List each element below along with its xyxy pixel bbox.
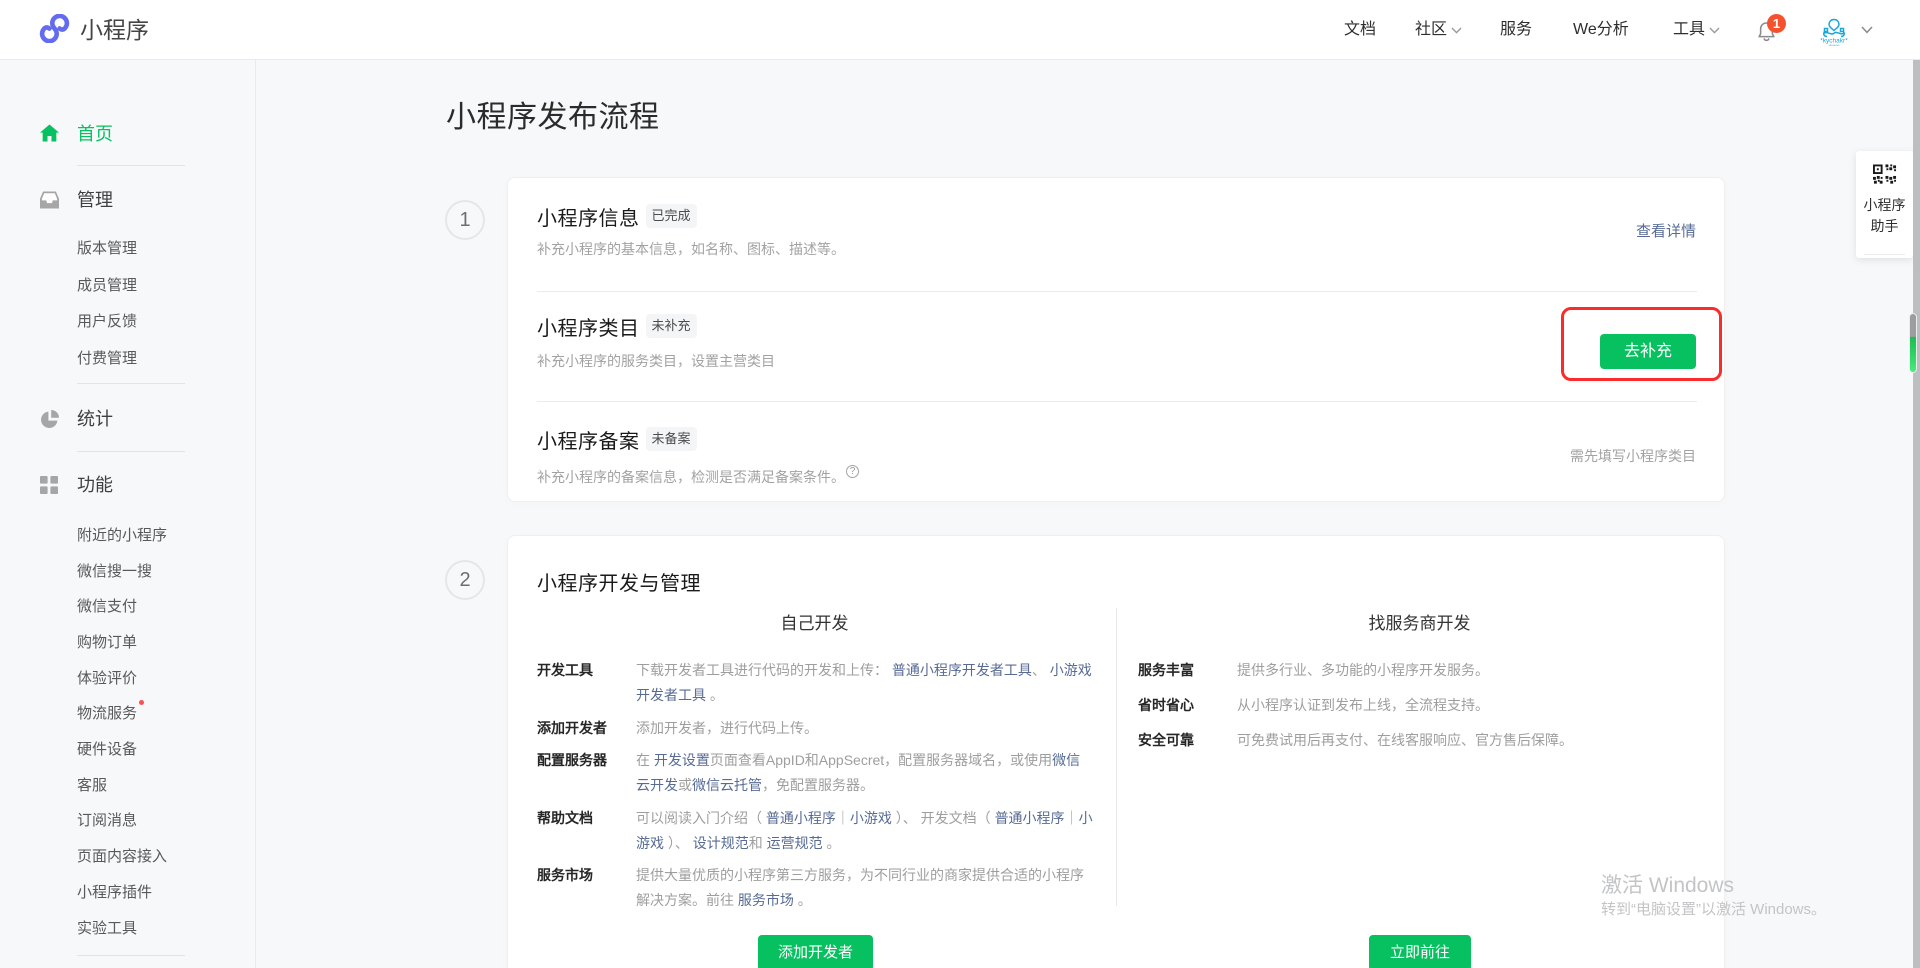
svg-text:********: ******** xyxy=(1829,44,1841,48)
